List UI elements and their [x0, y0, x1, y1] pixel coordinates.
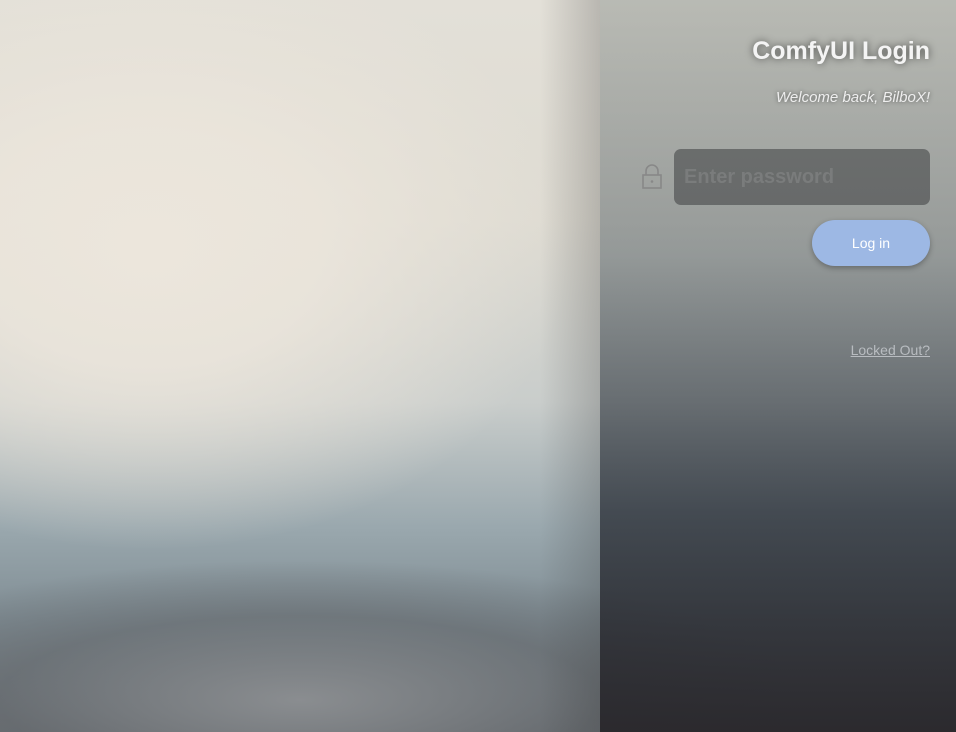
background-edge	[540, 0, 600, 732]
page-title: ComfyUI Login	[752, 37, 930, 65]
login-panel	[600, 0, 956, 732]
password-input[interactable]	[674, 149, 930, 205]
lock-icon	[642, 164, 662, 189]
welcome-message: Welcome back, BilboX!	[776, 89, 930, 106]
locked-out-link[interactable]: Locked Out?	[851, 342, 930, 358]
login-button[interactable]: Log in	[812, 220, 930, 266]
